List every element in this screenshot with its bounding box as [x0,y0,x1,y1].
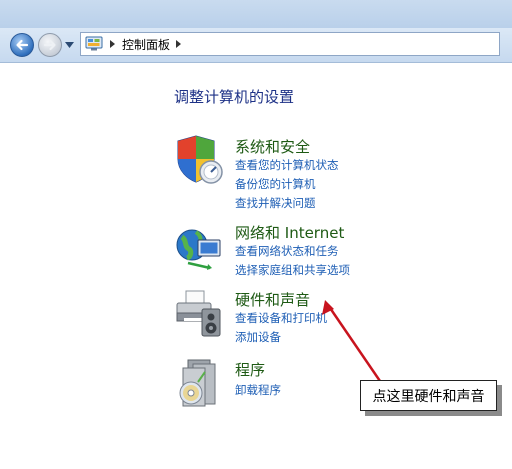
annotation-callout: 点这里硬件和声音 [360,380,497,411]
callout-text: 点这里硬件和声音 [372,388,485,405]
